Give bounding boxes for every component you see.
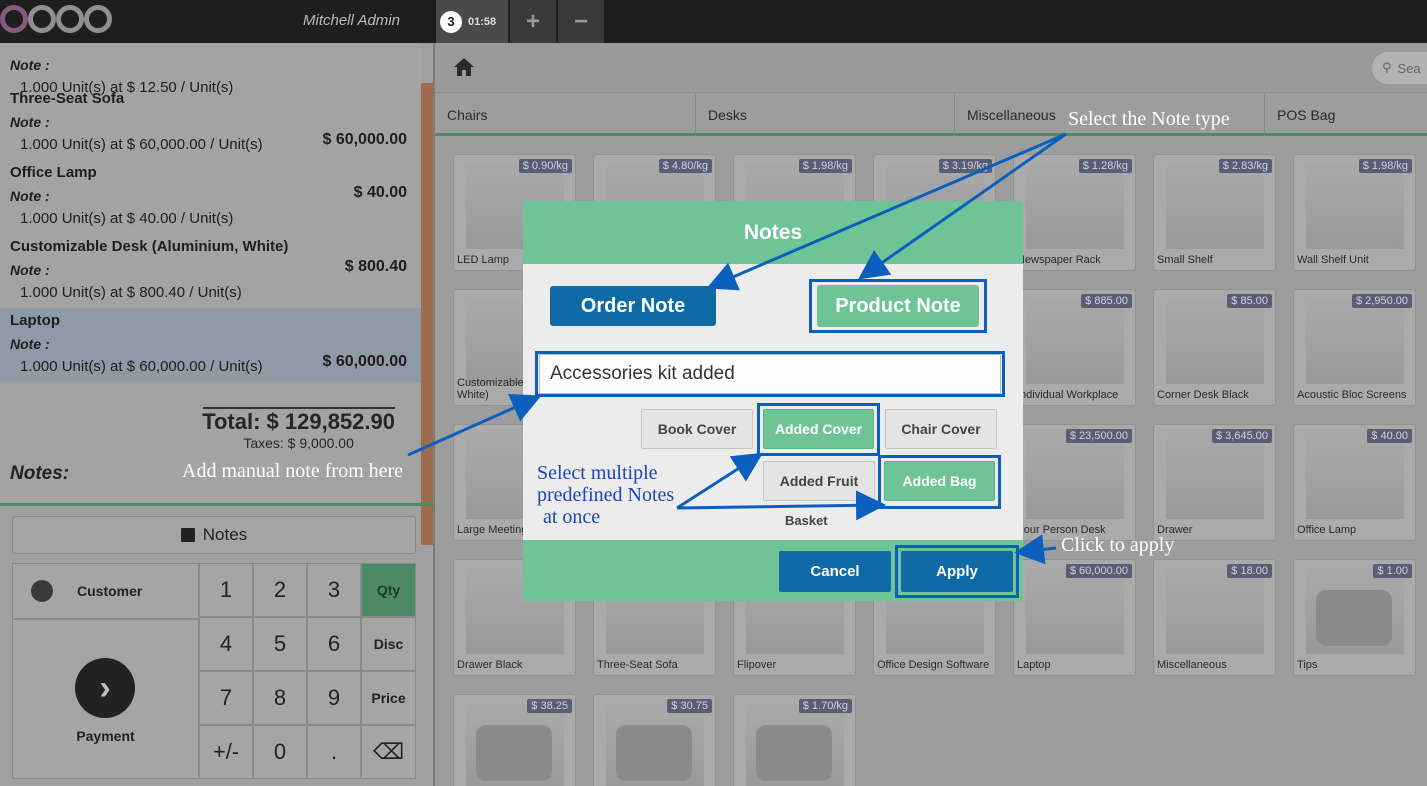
- arrow-to-added-cover: [676, 452, 764, 510]
- annotation-select-note-type: Select the Note type: [1068, 108, 1230, 130]
- arrow-to-added-bag: [676, 490, 886, 521]
- annotation-click-apply: Click to apply: [1061, 534, 1175, 556]
- annotation-manual-note: Add manual note from here: [182, 460, 404, 482]
- annotation-multiple-notes: Select multiple predefined Notes at once: [537, 462, 675, 528]
- arrow-to-apply: [1014, 534, 1057, 565]
- pos-screen: Mitchell Admin 3 01:58 + − Note : $ 12.5…: [0, 0, 1427, 786]
- arrow-to-product-note: [858, 132, 1067, 280]
- arrow-to-note-input: [407, 394, 542, 457]
- arrow-to-order-note: [706, 132, 1067, 291]
